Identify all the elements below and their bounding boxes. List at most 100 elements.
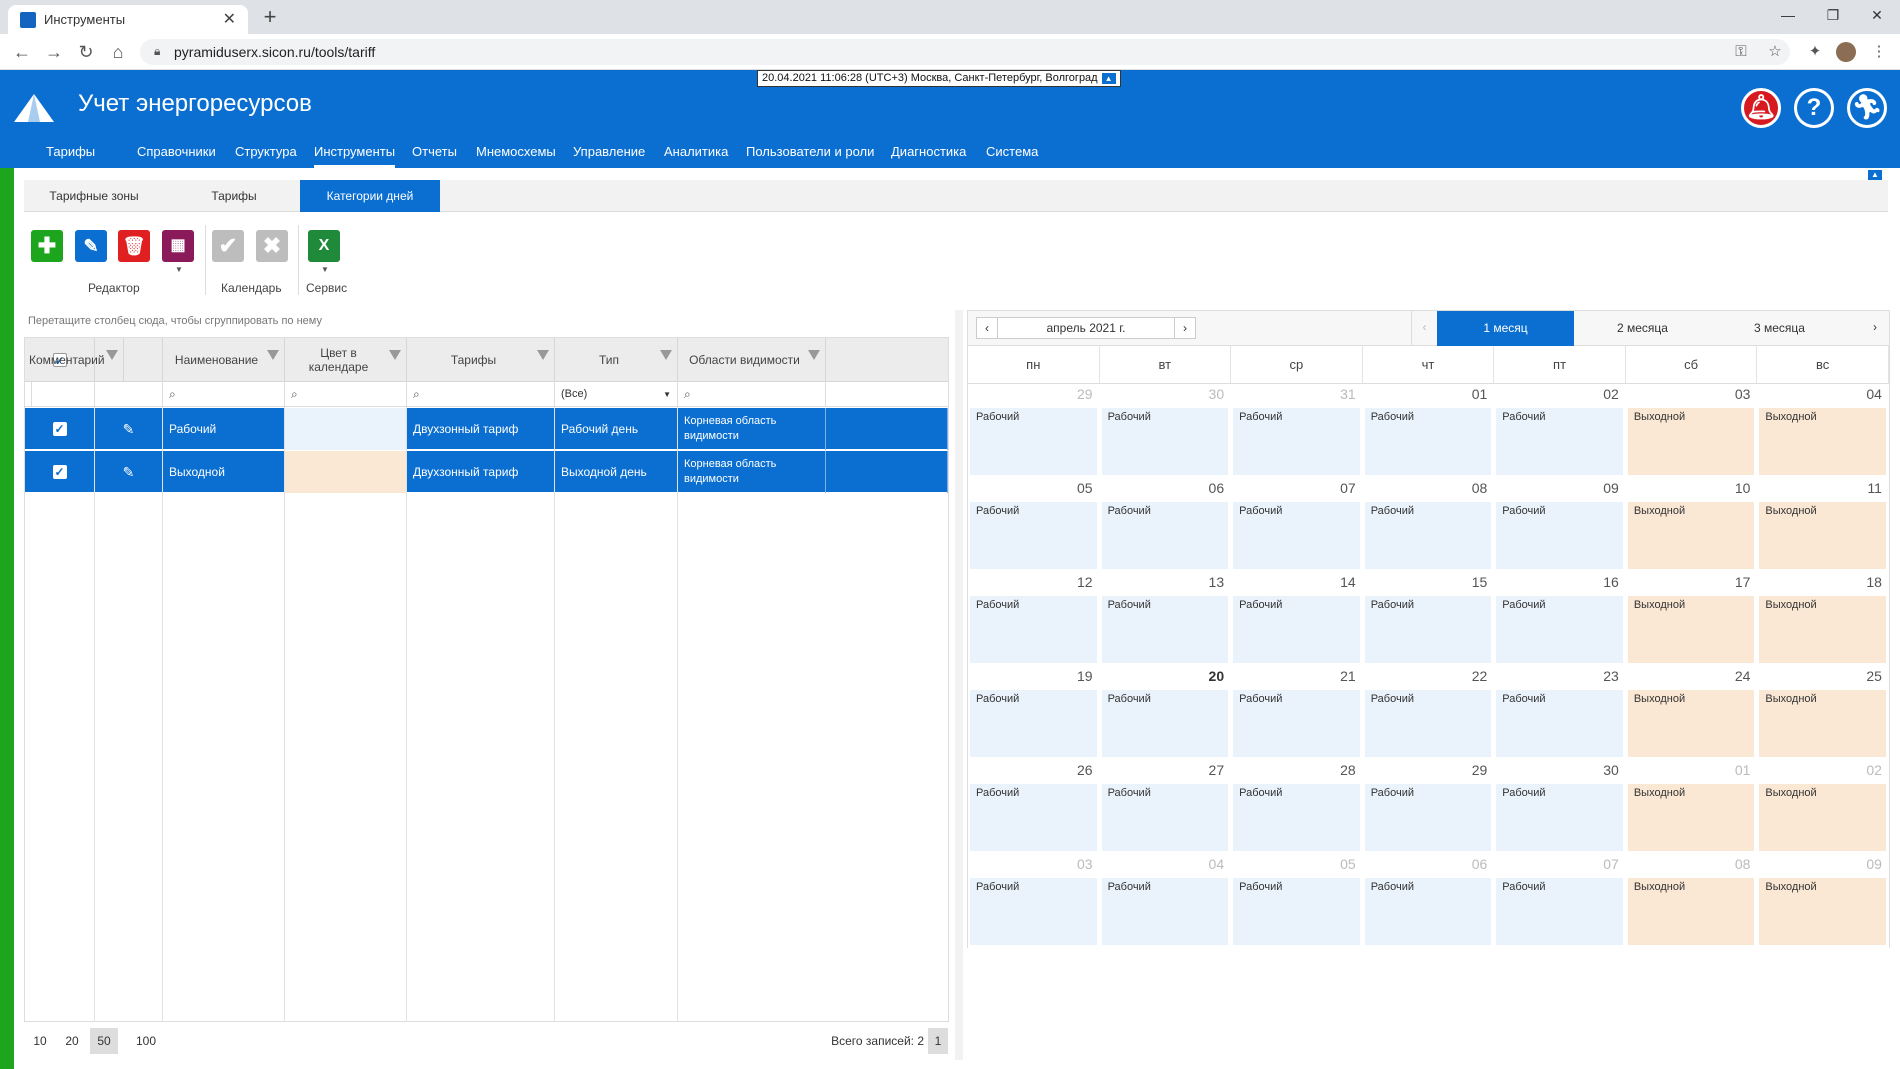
row-checkbox[interactable]: ✓ bbox=[52, 422, 67, 436]
views-prev-icon[interactable]: ‹ bbox=[1411, 311, 1437, 346]
filter-icon[interactable] bbox=[105, 350, 118, 360]
calendar-day-cell[interactable]: 03 Рабочий bbox=[968, 854, 1100, 948]
calendar-day-cell[interactable]: 13 Рабочий bbox=[1099, 572, 1232, 666]
calendar-day-cell[interactable]: 22 Рабочий bbox=[1362, 666, 1495, 760]
window-close-icon[interactable]: ✕ bbox=[1862, 4, 1892, 26]
calendar-day-cell[interactable]: 08 Рабочий bbox=[1362, 478, 1495, 572]
calendar-day-cell[interactable]: 12 Рабочий bbox=[968, 572, 1100, 666]
calendar-day-cell[interactable]: 16 Рабочий bbox=[1494, 572, 1626, 666]
calendar-day-cell[interactable]: 28 Рабочий bbox=[1231, 760, 1363, 854]
new-tab-icon[interactable]: + bbox=[258, 5, 282, 29]
page-size-option[interactable]: 10 bbox=[26, 1028, 54, 1054]
url-field[interactable]: 🔒︎ pyramiduserx.sicon.ru/tools/tariff bbox=[140, 39, 1790, 65]
calendar-day-cell[interactable]: 01 Рабочий bbox=[1362, 384, 1495, 478]
excel-export-button[interactable]: X bbox=[308, 230, 340, 262]
calendar-day-cell[interactable]: 27 Рабочий bbox=[1099, 760, 1232, 854]
home-icon[interactable]: ⌂ bbox=[106, 42, 130, 62]
panel-splitter[interactable] bbox=[955, 310, 963, 1060]
calendar-day-cell[interactable]: 07 Рабочий bbox=[1231, 478, 1363, 572]
calendar-day-cell[interactable]: 05 Рабочий bbox=[968, 478, 1100, 572]
menu-item[interactable]: Аналитика bbox=[664, 138, 728, 168]
calendar-day-cell[interactable]: 15 Рабочий bbox=[1362, 572, 1495, 666]
filter-input[interactable]: ⌕ bbox=[163, 382, 285, 407]
menu-item[interactable]: Справочники bbox=[137, 138, 216, 168]
table-row[interactable]: ✓ ✎ Рабочий Двухзонный тариф Рабочий день Кор… bbox=[25, 408, 948, 450]
server-time-banner[interactable]: 20.04.2021 11:06:28 (UTC+3) Москва, Санк… bbox=[757, 70, 1121, 87]
filter-input[interactable]: (Все) ▼ bbox=[555, 382, 678, 407]
menu-item[interactable]: Инструменты bbox=[314, 138, 396, 168]
row-select-cell[interactable]: ✓ bbox=[25, 408, 95, 450]
menu-item[interactable]: Тарифы bbox=[46, 138, 95, 168]
calendar-day-cell[interactable]: 19 Рабочий bbox=[968, 666, 1100, 760]
subtab[interactable]: Тарифы bbox=[164, 180, 304, 212]
page-size-option[interactable]: 50 bbox=[90, 1028, 118, 1054]
service-dropdown-icon[interactable]: ▼ bbox=[321, 265, 329, 274]
calendar-view-tab[interactable]: 2 месяца bbox=[1574, 311, 1711, 346]
restore-icon[interactable]: ❐ bbox=[1818, 4, 1848, 26]
calendar-day-cell[interactable]: 04 Выходной bbox=[1757, 384, 1889, 478]
column-header[interactable]: Цвет в календаре bbox=[285, 338, 407, 382]
menu-item[interactable]: Пользователи и роли bbox=[746, 138, 874, 168]
calendar-day-cell[interactable]: 08 Выходной bbox=[1625, 854, 1758, 948]
calendar-day-cell[interactable]: 09 Рабочий bbox=[1494, 478, 1626, 572]
calendar-day-cell[interactable]: 20 Рабочий bbox=[1099, 666, 1232, 760]
month-label[interactable]: апрель 2021 г. bbox=[997, 317, 1175, 339]
menu-item[interactable]: Структура bbox=[235, 138, 297, 168]
calendar-day-cell[interactable]: 21 Рабочий bbox=[1231, 666, 1363, 760]
calendar-day-cell[interactable]: 18 Выходной bbox=[1757, 572, 1889, 666]
bookmark-star-icon[interactable]: ☆ bbox=[1764, 42, 1786, 62]
extensions-icon[interactable]: ✦ bbox=[1804, 42, 1826, 62]
row-edit-icon[interactable]: ✎ bbox=[95, 451, 163, 493]
reload-icon[interactable]: ↻ bbox=[74, 42, 98, 62]
page-number[interactable]: 1 bbox=[928, 1028, 948, 1054]
row-edit-icon[interactable]: ✎ bbox=[95, 408, 163, 450]
key-icon[interactable]: ⚿ bbox=[1730, 42, 1752, 62]
menu-item[interactable]: Отчеты bbox=[412, 138, 457, 168]
calendar-day-cell[interactable]: 26 Рабочий bbox=[968, 760, 1100, 854]
collapse-panel-icon[interactable]: ▲ bbox=[1868, 170, 1882, 180]
calendar-day-cell[interactable]: 04 Рабочий bbox=[1099, 854, 1232, 948]
menu-item[interactable]: Система bbox=[986, 138, 1038, 168]
calendar-day-cell[interactable]: 01 Выходной bbox=[1625, 760, 1758, 854]
filter-icon[interactable] bbox=[537, 350, 549, 360]
column-header[interactable]: Области видимости bbox=[678, 338, 826, 382]
calendar-day-cell[interactable]: 02 Выходной bbox=[1757, 760, 1889, 854]
subtab[interactable]: Категории дней bbox=[300, 180, 440, 212]
calendar-day-cell[interactable]: 17 Выходной bbox=[1625, 572, 1758, 666]
calendar-day-cell[interactable]: 09 Выходной bbox=[1757, 854, 1889, 948]
menu-item[interactable]: Управление bbox=[573, 138, 645, 168]
cancel-button[interactable]: ✖ bbox=[256, 230, 288, 262]
collapse-up-icon[interactable]: ▲ bbox=[1101, 72, 1116, 84]
user-exit-icon[interactable]: 🏃︎ bbox=[1847, 88, 1887, 128]
filter-input[interactable]: ⌕ bbox=[285, 382, 407, 407]
add-button[interactable]: ✚ bbox=[31, 230, 63, 262]
filter-icon[interactable] bbox=[808, 350, 820, 360]
calendar-day-cell[interactable]: 06 Рабочий bbox=[1099, 478, 1232, 572]
calendar-day-cell[interactable]: 31 Рабочий bbox=[1231, 384, 1363, 478]
calendar-day-cell[interactable]: 03 Выходной bbox=[1625, 384, 1758, 478]
forward-icon[interactable]: → bbox=[42, 42, 66, 62]
notification-bell-icon[interactable]: 🔔︎ bbox=[1741, 88, 1781, 128]
filter-input[interactable]: ⌕ bbox=[678, 382, 826, 407]
profile-avatar[interactable] bbox=[1836, 42, 1856, 62]
column-header[interactable]: Тарифы bbox=[407, 338, 555, 382]
help-icon[interactable]: ? bbox=[1794, 88, 1834, 128]
column-header[interactable]: Наименование bbox=[163, 338, 285, 382]
row-checkbox[interactable]: ✓ bbox=[52, 465, 67, 479]
calendar-day-cell[interactable]: 02 Рабочий bbox=[1494, 384, 1626, 478]
calendar-view-tab[interactable]: 3 месяца bbox=[1711, 311, 1848, 346]
menu-item[interactable]: Диагностика bbox=[891, 138, 966, 168]
page-size-option[interactable]: 20 bbox=[58, 1028, 86, 1054]
prev-month-icon[interactable]: ‹ bbox=[976, 317, 998, 339]
calendar-day-cell[interactable]: 10 Выходной bbox=[1625, 478, 1758, 572]
dropdown-arrow-icon[interactable]: ▼ bbox=[663, 382, 671, 407]
row-select-cell[interactable]: ✓ bbox=[25, 451, 95, 493]
next-month-icon[interactable]: › bbox=[1174, 317, 1196, 339]
views-next-icon[interactable]: › bbox=[1863, 311, 1887, 346]
filter-icon[interactable] bbox=[267, 350, 279, 360]
calendar-day-cell[interactable]: 07 Рабочий bbox=[1494, 854, 1626, 948]
filter-input[interactable] bbox=[25, 382, 32, 407]
table-row[interactable]: ✓ ✎ Выходной Двухзонный тариф Выходной день К… bbox=[25, 451, 948, 493]
calendar-view-tab[interactable]: 1 месяц bbox=[1437, 311, 1574, 346]
calendar-day-cell[interactable]: 30 Рабочий bbox=[1494, 760, 1626, 854]
